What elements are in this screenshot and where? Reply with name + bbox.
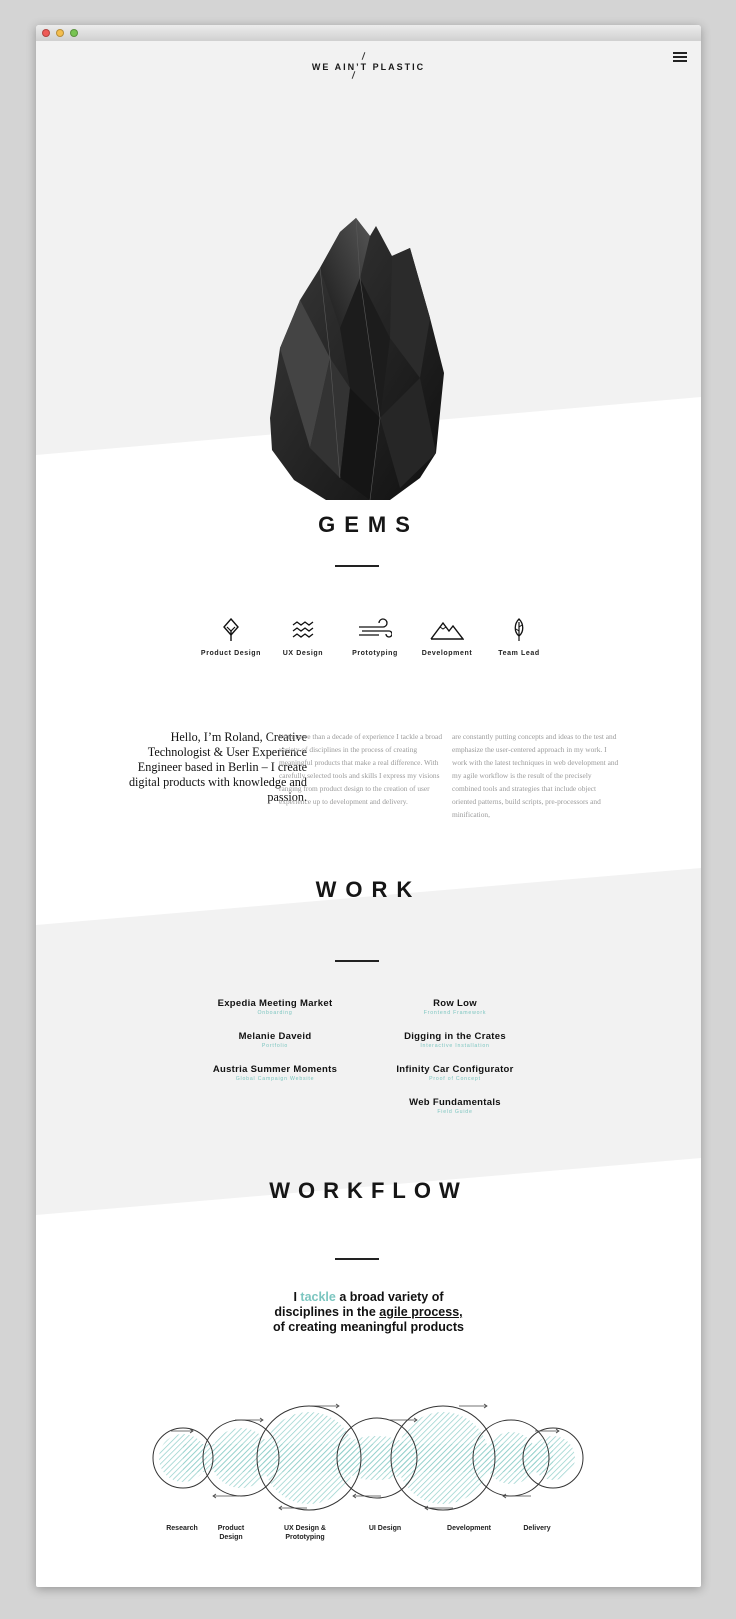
diamond-leaf-icon [223, 618, 239, 641]
body-column-2: are constantly putting concepts and idea… [452, 732, 619, 819]
work-item[interactable]: Digging in the Crates Interactive Instal… [370, 1031, 540, 1049]
skill-team-lead[interactable]: Team Lead [479, 618, 559, 657]
tackle-highlight: tackle [300, 1290, 336, 1304]
work-item-title: Row Low [433, 998, 477, 1009]
skill-development[interactable]: Development [407, 618, 487, 657]
site-logo[interactable]: WE AIN’T PLASTIC [36, 52, 701, 79]
skill-product-design[interactable]: Product Design [191, 618, 271, 657]
skill-ux-design[interactable]: UX Design [263, 618, 343, 657]
work-item-title: Web Fundamentals [409, 1097, 501, 1108]
work-item[interactable]: Austria Summer Moments Global Campaign W… [190, 1064, 360, 1082]
work-item-subtitle: Proof of Concept [429, 1076, 481, 1082]
work-item-subtitle: Interactive Installation [420, 1043, 490, 1049]
skill-label: Team Lead [498, 650, 540, 657]
hamburger-icon[interactable] [673, 52, 687, 64]
agile-process-link[interactable]: agile process, [379, 1305, 462, 1319]
work-item-title: Austria Summer Moments [212, 1064, 338, 1075]
work-item-title: Infinity Car Configurator [396, 1064, 514, 1075]
mountain-icon [430, 621, 464, 640]
work-item-title: Melanie Daveid [238, 1031, 312, 1042]
work-item-subtitle: Global Campaign Website [235, 1076, 315, 1082]
feather-icon [514, 618, 524, 641]
work-item[interactable]: Row Low Frontend Framework [370, 998, 540, 1016]
work-item[interactable]: Melanie Daveid Portfolio [190, 1031, 360, 1049]
browser-window: WE AIN’T PLASTIC GEMS Product Design UX … [36, 25, 701, 1587]
work-item-subtitle: Onboarding [257, 1010, 293, 1016]
work-title: WORK [315, 877, 422, 902]
work-item[interactable]: Expedia Meeting Market Onboarding [190, 998, 360, 1016]
skill-label: Prototyping [352, 650, 398, 657]
logo-text: WE AIN’T PLASTIC [311, 62, 426, 72]
work-item[interactable]: Infinity Car Configurator Proof of Conce… [370, 1064, 540, 1082]
gems-title: GEMS [318, 512, 419, 537]
step-delivery: Delivery [523, 1525, 551, 1532]
workflow-divider [335, 1258, 379, 1260]
skill-label: UX Design [282, 650, 324, 657]
gem-image [270, 218, 444, 500]
work-item-subtitle: Portfolio [261, 1043, 289, 1049]
step-ux-design-prototyping: UX Design & Prototyping [283, 1525, 326, 1541]
step-research: Research [166, 1525, 198, 1532]
work-item-subtitle: Frontend Framework [423, 1010, 487, 1016]
waves-icon [292, 621, 314, 638]
step-ui-design: UI Design [368, 1525, 402, 1532]
workflow-statement: I tackle a broad variety of disciplines … [273, 1290, 464, 1334]
intro-text: Hello, I’m Roland, Creative Technologist… [128, 730, 307, 804]
skill-label: Development [421, 650, 473, 657]
work-divider [335, 960, 379, 962]
workflow-diagram [152, 1403, 584, 1511]
work-item-title: Digging in the Crates [404, 1031, 506, 1042]
gems-divider [335, 565, 379, 567]
work-item-subtitle: Field Guide [437, 1109, 473, 1115]
work-item[interactable]: Web Fundamentals Field Guide [370, 1097, 540, 1115]
workflow-title: WORKFLOW [269, 1178, 468, 1203]
step-product-design: Product Design [217, 1525, 245, 1541]
skill-prototyping[interactable]: Prototyping [335, 618, 415, 657]
work-item-title: Expedia Meeting Market [217, 998, 333, 1009]
skill-label: Product Design [200, 650, 262, 657]
body-column-1: With more than a decade of experience I … [279, 732, 443, 806]
wind-icon [359, 618, 392, 638]
